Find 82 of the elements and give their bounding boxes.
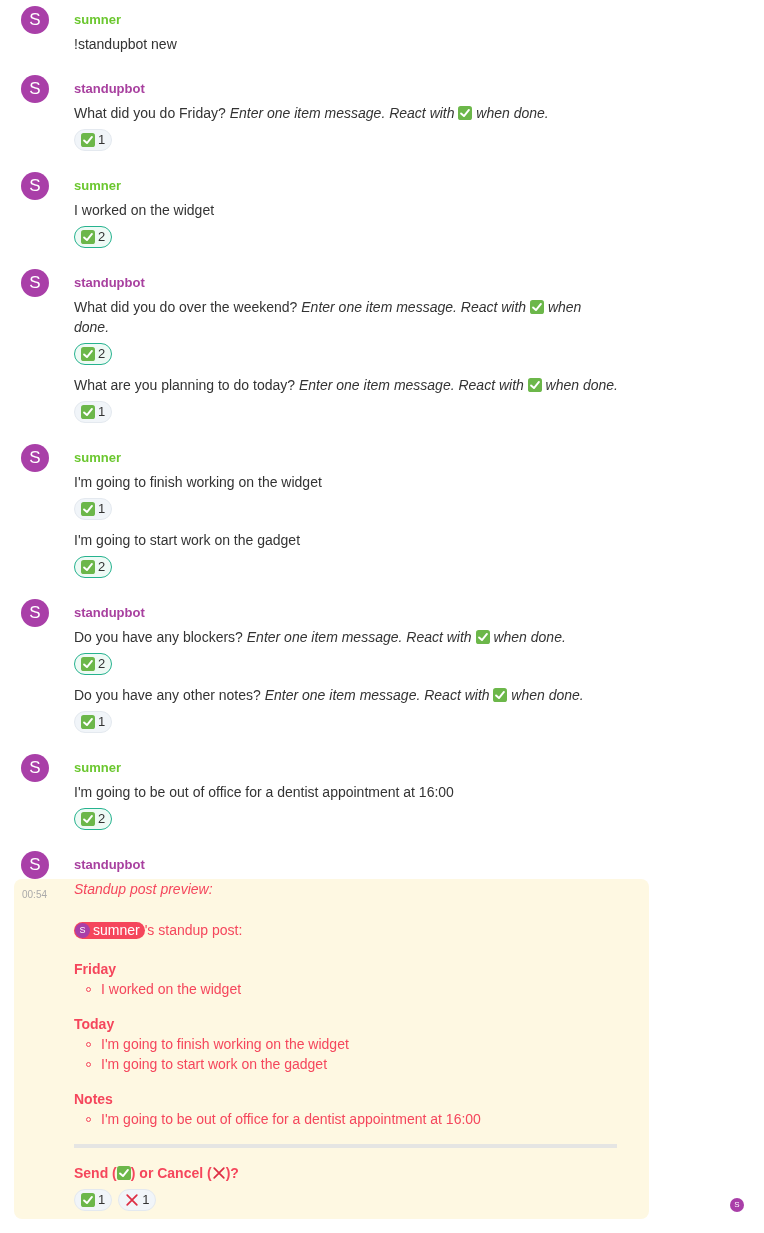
message-text: I'm going to start work on the gadget <box>74 531 302 550</box>
reaction-button[interactable]: 2 <box>74 226 113 248</box>
avatar[interactable]: S <box>21 6 49 34</box>
instruction-text: Enter one item message. React with <box>229 105 455 121</box>
instruction-text: done. <box>582 377 618 393</box>
reaction-button[interactable]: 2 <box>74 653 113 675</box>
reaction-button[interactable]: 1 <box>74 1189 113 1211</box>
reaction-button[interactable]: 1 <box>74 711 113 733</box>
question-text: Do you have any blockers? <box>74 629 243 645</box>
author-name[interactable]: standupbot <box>74 599 764 627</box>
list-item-text: I'm going to be out of office for a dentist appointment at 16:00 <box>101 1110 481 1129</box>
mention-avatar: S <box>75 922 90 938</box>
avatar[interactable]: S <box>21 172 49 200</box>
message-text: !standupbot new <box>74 35 178 54</box>
prompt-text: Send ( <box>74 1165 117 1181</box>
list-item-text: I'm going to finish working on the widget <box>101 1035 349 1054</box>
timestamp: 00:54 <box>22 889 48 900</box>
instruction-text: when <box>493 629 527 645</box>
question-text: What did you do over the weekend? <box>74 299 298 315</box>
message-text: I'm going to be out of office for a dentist appointment at 16:00 <box>74 783 455 802</box>
author-name[interactable]: standupbot <box>74 75 764 103</box>
question-text: Do you have any other notes? <box>74 687 261 703</box>
check-mark-icon <box>527 378 542 392</box>
check-mark-icon <box>81 560 95 574</box>
check-mark-icon <box>81 230 95 244</box>
instruction-text: when <box>545 377 580 393</box>
reaction-button[interactable]: 1 <box>74 498 113 520</box>
message-text: I worked on the widget <box>74 201 216 220</box>
reaction-button[interactable]: 2 <box>74 343 113 365</box>
instruction-text: done. <box>74 319 110 335</box>
avatar[interactable]: S <box>21 444 49 472</box>
user-mention[interactable]: S sumner <box>74 921 145 939</box>
avatar[interactable]: S <box>21 851 49 879</box>
check-mark-icon <box>81 405 95 419</box>
section-heading: Notes <box>74 1090 114 1109</box>
mention-suffix: 's standup post: <box>144 921 243 940</box>
question-text: What did you do Friday? <box>74 105 226 121</box>
avatar[interactable]: S <box>21 269 49 297</box>
instruction-text: done. <box>530 629 566 645</box>
check-mark-icon <box>81 715 95 729</box>
reaction-button[interactable]: 2 <box>74 808 113 830</box>
read-receipt-avatar: S <box>730 1198 744 1212</box>
avatar[interactable]: S <box>21 599 49 627</box>
section-heading: Today <box>74 1015 116 1034</box>
check-mark-icon <box>81 502 95 516</box>
check-mark-icon <box>493 688 508 702</box>
list-item-text: I worked on the widget <box>101 980 242 999</box>
avatar[interactable]: S <box>21 754 49 782</box>
reaction-button[interactable]: 1 <box>74 401 113 423</box>
cross-mark-icon <box>211 1166 226 1180</box>
reaction-button[interactable]: 2 <box>74 556 113 578</box>
instruction-text: when <box>476 105 510 121</box>
cross-mark-icon <box>125 1193 140 1207</box>
check-mark-icon <box>81 133 95 147</box>
check-mark-icon <box>81 1193 95 1207</box>
check-mark-icon <box>81 657 95 671</box>
section-heading: Friday <box>74 960 117 979</box>
avatar[interactable]: S <box>21 75 49 103</box>
instruction-text: Enter one item message. React with <box>246 629 472 645</box>
instruction-text: Enter one item message. React with <box>298 377 524 393</box>
message-text: I'm going to finish working on the widget <box>74 473 323 492</box>
instruction-text: done. <box>513 105 549 121</box>
question-text: What are you planning to do today? <box>74 377 296 393</box>
prompt-text: )? <box>225 1165 239 1181</box>
instruction-text: when <box>511 687 545 703</box>
instruction-text: Enter one item message. React with <box>301 299 527 315</box>
instruction-text: when <box>547 299 582 315</box>
author-name[interactable]: standupbot <box>74 269 764 297</box>
instruction-text: done. <box>548 687 584 703</box>
instruction-text: Enter one item message. React with <box>264 687 490 703</box>
list-item-text: I'm going to start work on the gadget <box>101 1055 328 1074</box>
reaction-button[interactable]: 1 <box>74 129 113 151</box>
check-mark-icon <box>116 1166 131 1180</box>
check-mark-icon <box>81 347 95 361</box>
check-mark-icon <box>458 106 473 120</box>
reaction-button[interactable]: 1 <box>118 1189 157 1211</box>
check-mark-icon <box>81 812 95 826</box>
author-name[interactable]: standupbot <box>74 851 145 879</box>
preview-title: Standup post preview: <box>74 880 214 899</box>
check-mark-icon <box>475 630 490 644</box>
check-mark-icon <box>530 300 545 314</box>
prompt-text: ) or Cancel ( <box>130 1165 212 1181</box>
